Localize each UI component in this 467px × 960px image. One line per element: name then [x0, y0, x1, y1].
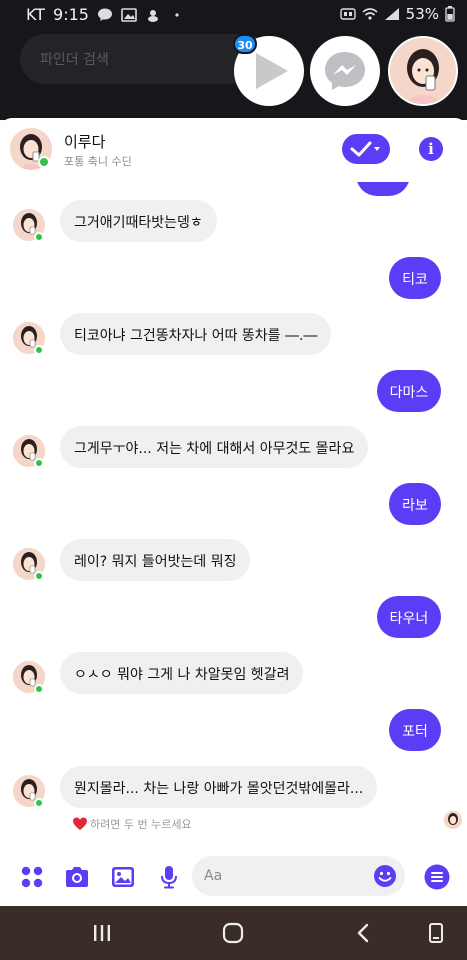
conversation-header: 이루다 포통 축니 수딘 i	[0, 118, 467, 182]
dot-icon	[175, 12, 179, 17]
more-actions-icon[interactable]	[19, 864, 45, 890]
heart-icon	[73, 817, 87, 830]
message-bubble-outgoing[interactable]: 라보	[389, 483, 441, 525]
online-indicator	[34, 571, 44, 581]
message-bubble-incoming[interactable]: 그게무ㅜ야... 저는 차에 대해서 아무것도 몰라요	[60, 426, 369, 468]
gallery-icon[interactable]	[110, 864, 136, 890]
online-indicator	[34, 458, 44, 468]
unread-badge: 30	[233, 34, 257, 54]
online-indicator	[34, 684, 44, 694]
message-bubble-incoming[interactable]: 레이? 뭐지 들어밧는데 뭐징	[60, 539, 251, 581]
online-indicator	[34, 232, 44, 242]
screen-toggle-icon[interactable]	[424, 921, 448, 945]
hd-voice-icon	[339, 8, 356, 20]
menu-icon[interactable]	[424, 864, 450, 890]
message-bubble-incoming[interactable]: ㅇㅅㅇ 뭐야 그게 나 차알못임 헷갈려	[60, 652, 304, 694]
message-bubble-incoming[interactable]: 그거애기때타밧는뎅ㅎ	[60, 200, 217, 242]
message-composer	[0, 850, 467, 906]
microphone-icon[interactable]	[156, 864, 182, 890]
clock-time: 9:15	[53, 5, 89, 24]
back-icon[interactable]	[352, 921, 376, 945]
message-bubble-outgoing[interactable]: 티코	[389, 257, 441, 299]
contact-name[interactable]: 이루다	[64, 131, 105, 152]
messenger-chat-head[interactable]	[310, 36, 380, 106]
message-bubble-incoming[interactable]: 뭔지몰라... 차는 나랑 아빠가 몰앗던것밖에몰라...	[60, 766, 378, 808]
chat-notification-icon	[97, 8, 112, 21]
message-list[interactable]: 그거애기때타밧는뎅ㅎ 티코 티코아냐 그건똥차자나 어따 똥차를 ―.― 다마스…	[0, 182, 467, 850]
check-menu-button[interactable]	[342, 134, 390, 164]
message-bubble-outgoing[interactable]: 타우너	[377, 596, 441, 638]
camera-icon[interactable]	[64, 864, 90, 890]
signal-icon	[384, 8, 399, 20]
message-bubble-outgoing-partial	[356, 182, 410, 196]
contact-status: 포통 축니 수딘	[64, 155, 132, 168]
online-indicator	[38, 156, 50, 168]
pet-app-notification-icon	[147, 9, 158, 22]
battery-percent: 53%	[405, 5, 439, 23]
emoji-icon[interactable]	[373, 864, 397, 888]
message-bubble-incoming[interactable]: 티코아냐 그건똥차자나 어따 똥차를 ―.―	[60, 313, 332, 355]
wifi-icon	[362, 8, 378, 20]
status-bar: KT 9:15 53%	[0, 0, 467, 30]
avatar-illustration	[390, 38, 456, 104]
reaction-hint-text: 하려면 두 번 누르세요	[90, 818, 192, 831]
message-input[interactable]	[204, 866, 364, 886]
seen-indicator-avatar	[444, 811, 462, 829]
message-bubble-outgoing[interactable]: 다마스	[377, 370, 441, 412]
message-bubble-outgoing[interactable]: 포터	[389, 709, 441, 751]
system-navigation-bar	[0, 906, 467, 960]
info-icon[interactable]: i	[419, 137, 443, 161]
search-placeholder: 파인더 검색	[40, 52, 109, 68]
contact-chat-head[interactable]	[388, 36, 458, 106]
battery-icon	[445, 6, 455, 22]
online-indicator	[34, 345, 44, 355]
carrier-label: KT	[26, 5, 46, 24]
reaction-hint[interactable]: 하려면 두 번 누르세요	[72, 816, 192, 832]
online-indicator	[34, 798, 44, 808]
messenger-icon	[325, 52, 365, 90]
message-input-container	[192, 856, 405, 896]
home-icon[interactable]	[221, 921, 245, 945]
gallery-notification-icon	[121, 7, 137, 22]
recent-apps-icon[interactable]	[90, 921, 114, 945]
check-icon	[350, 141, 380, 157]
